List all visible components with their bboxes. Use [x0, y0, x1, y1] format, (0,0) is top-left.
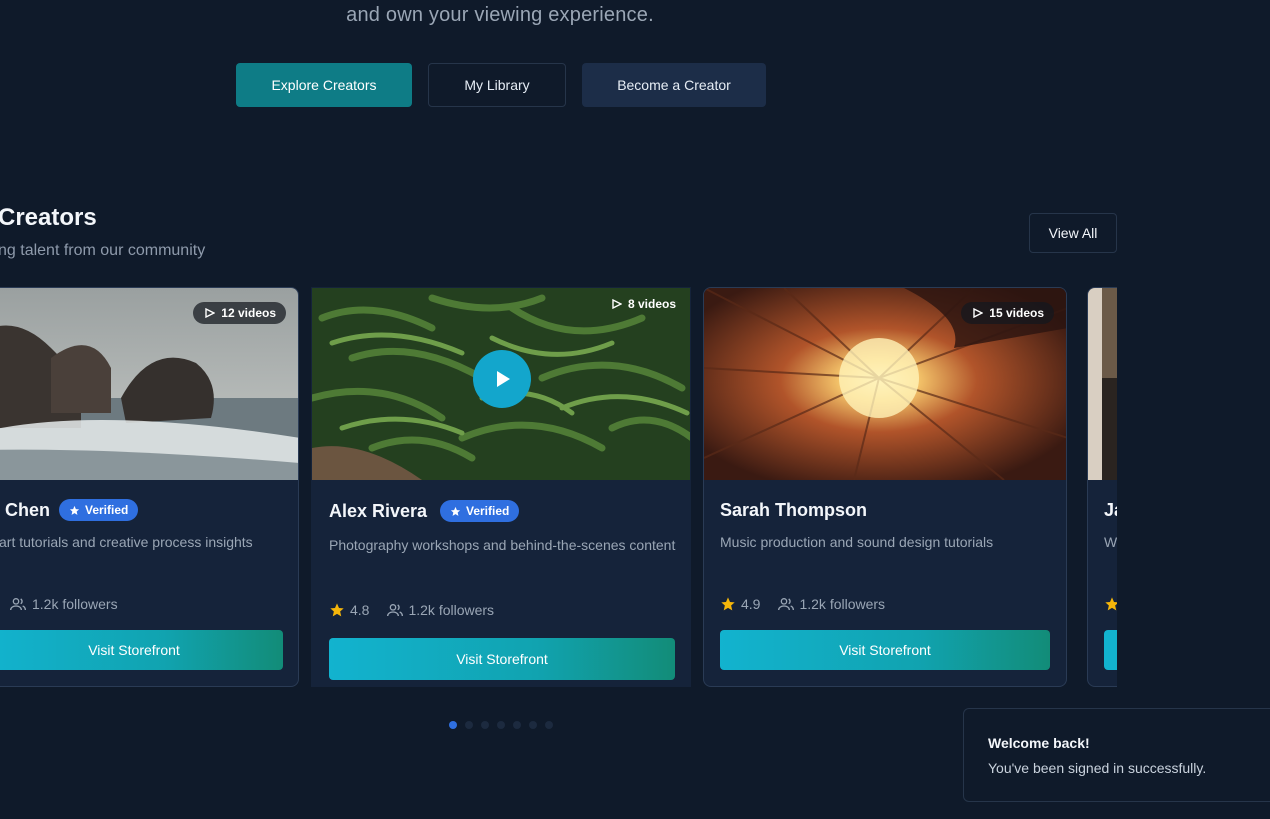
followers: 1.2k followers: [408, 602, 495, 618]
creator-card[interactable]: Ja W: [1087, 287, 1117, 687]
creator-card[interactable]: 12 videos Chen Verified art tutorials an…: [0, 287, 299, 687]
creator-name: Alex Rivera: [329, 501, 428, 521]
creator-stats: 4.9 1.2k followers: [720, 596, 885, 612]
creator-name: Sarah Thompson: [720, 500, 868, 520]
hero-subtitle: and own your viewing experience.: [346, 4, 654, 26]
creator-card[interactable]: 15 videos Sarah Thompson Music productio…: [703, 287, 1067, 687]
verified-badge: Verified: [59, 499, 139, 521]
video-count-badge: 8 videos: [600, 293, 686, 315]
visit-storefront-button[interactable]: Visit Storefront: [329, 638, 675, 680]
section-subtitle: ng talent from our community: [0, 242, 206, 259]
creator-description: Photography workshops and behind-the-sce…: [329, 537, 676, 553]
star-icon: [69, 505, 80, 515]
carousel-pagination: [449, 721, 553, 729]
pagination-dot-active[interactable]: [449, 721, 457, 729]
pagination-dot[interactable]: [497, 721, 505, 729]
view-all-button[interactable]: View All: [1029, 213, 1117, 253]
followers: 1.2k followers: [799, 596, 886, 612]
play-icon: [497, 371, 510, 387]
my-library-button[interactable]: My Library: [428, 63, 566, 107]
toast-title: Welcome back!: [988, 735, 1090, 751]
pagination-dot[interactable]: [529, 721, 537, 729]
toast-message: You've been signed in successfully.: [988, 760, 1207, 776]
visit-storefront-button[interactable]: Visit Storefront: [0, 630, 283, 670]
creator-name: Ja: [1104, 500, 1117, 520]
star-icon: [450, 506, 461, 516]
creator-stats: [1104, 596, 1117, 612]
signin-toast: Welcome back! You've been signed in succ…: [963, 708, 1270, 802]
pagination-dot[interactable]: [513, 721, 521, 729]
explore-creators-button[interactable]: Explore Creators: [236, 63, 412, 107]
pagination-dot[interactable]: [545, 721, 553, 729]
creator-card[interactable]: 8 videos Alex Rivera Verified Photograph…: [311, 287, 691, 687]
star-icon: [1105, 597, 1117, 611]
creator-thumbnail[interactable]: 8 videos: [312, 288, 690, 480]
visit-storefront-button[interactable]: Visit Storefront: [720, 630, 1050, 670]
creator-thumbnail[interactable]: [1088, 288, 1117, 480]
rating: 4.9: [741, 596, 761, 612]
video-count-badge: 15 videos: [961, 302, 1054, 324]
creator-stats: 1.2k followers: [10, 596, 118, 612]
pagination-dot[interactable]: [465, 721, 473, 729]
interior-image: [1088, 288, 1117, 480]
creator-description: art tutorials and creative process insig…: [0, 534, 253, 550]
rating: 4.8: [350, 602, 370, 618]
play-outline-icon: [612, 299, 622, 309]
play-button[interactable]: [473, 350, 531, 408]
video-count-badge: 12 videos: [193, 302, 286, 324]
star-icon: [330, 603, 344, 617]
creator-description: W: [1104, 534, 1117, 550]
verified-badge: Verified: [440, 500, 520, 522]
creator-thumbnail[interactable]: 15 videos: [704, 288, 1066, 480]
creator-stats: 4.8 1.2k followers: [329, 602, 494, 618]
creator-description: Music production and sound design tutori…: [720, 534, 994, 550]
creator-thumbnail[interactable]: 12 videos: [0, 288, 298, 480]
star-icon: [721, 597, 735, 611]
play-outline-icon: [205, 308, 216, 318]
become-creator-button[interactable]: Become a Creator: [582, 63, 766, 107]
visit-storefront-button[interactable]: [1104, 630, 1117, 670]
users-icon: [778, 598, 795, 611]
users-icon: [10, 598, 26, 611]
creator-carousel: 12 videos Chen Verified art tutorials an…: [0, 287, 1117, 687]
section-title: Creators: [0, 204, 97, 231]
creator-name: Chen: [5, 500, 50, 520]
play-outline-icon: [973, 308, 984, 318]
users-icon: [387, 604, 404, 617]
pagination-dot[interactable]: [481, 721, 489, 729]
